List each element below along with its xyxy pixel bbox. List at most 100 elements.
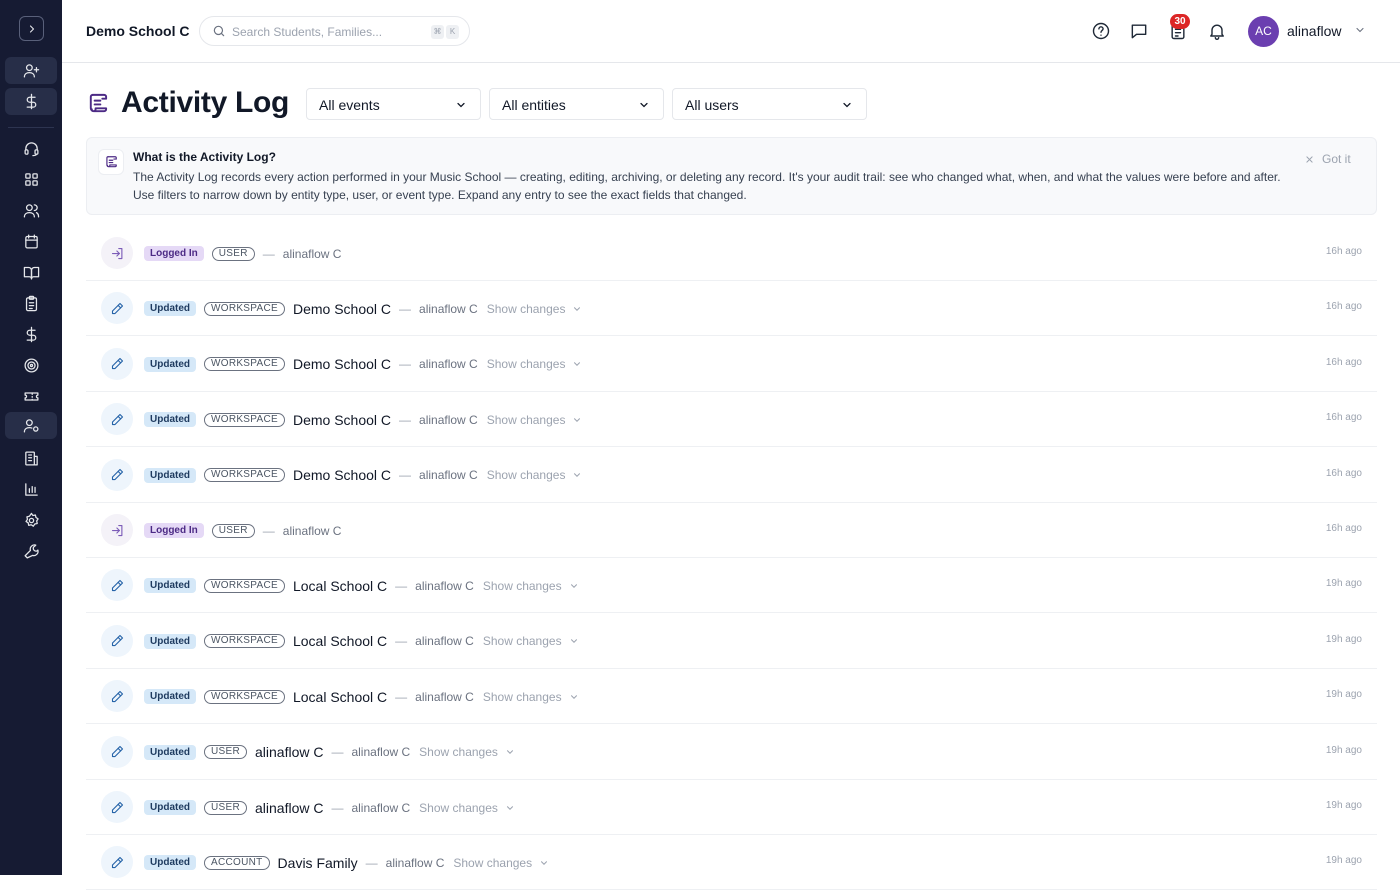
sidebar-item-people[interactable]	[5, 197, 57, 224]
entity-name[interactable]: Local School C	[293, 689, 387, 705]
chevron-down-icon	[570, 694, 577, 699]
sidebar-item-billing[interactable]	[5, 321, 57, 348]
activity-row[interactable]: Updated WORKSPACE Local School C — alinaflow…	[86, 669, 1377, 725]
chevron-down-icon[interactable]	[1354, 24, 1366, 36]
show-changes-button[interactable]: Show changes	[453, 856, 549, 870]
activity-row[interactable]: Updated WORKSPACE Demo School C — alinaflow …	[86, 448, 1377, 503]
action-badge: Updated	[144, 578, 196, 594]
entity-name[interactable]: alinaflow C	[255, 800, 323, 816]
activity-row[interactable]: Updated ACCOUNT Davis Family — alinaflow C Sh…	[86, 835, 1377, 890]
avatar[interactable]: AC	[1248, 16, 1279, 47]
sidebar-item-add-payment[interactable]	[5, 88, 57, 115]
entity-type-badge: USER	[211, 246, 255, 261]
pencil-icon	[111, 635, 123, 647]
actor-user: alinaflow C	[419, 357, 478, 372]
activity-row[interactable]: Updated USER alinaflow C — alinaflow C Show c…	[86, 780, 1377, 835]
pencil-icon	[111, 579, 123, 591]
sidebar-item-tools[interactable]	[5, 538, 57, 565]
show-changes-button[interactable]: Show changes	[419, 745, 515, 759]
sidebar-item-calendar[interactable]	[5, 228, 57, 255]
activity-row[interactable]: Updated USER alinaflow C — alinaflow C Show c…	[86, 725, 1377, 780]
login-icon	[111, 524, 122, 536]
sidebar-item-support[interactable]	[5, 135, 57, 162]
show-changes-button[interactable]: Show changes	[483, 634, 579, 648]
show-changes-button[interactable]: Show changes	[483, 579, 579, 593]
show-changes-label: Show changes	[486, 357, 566, 372]
show-changes-button[interactable]: Show changes	[487, 468, 583, 482]
activity-row[interactable]: Updated WORKSPACE Demo School C — alinaflow …	[86, 281, 1377, 337]
users-icon	[23, 204, 39, 218]
notifications-button[interactable]	[1207, 21, 1227, 41]
entity-name[interactable]: Demo School C	[293, 412, 391, 428]
user-name[interactable]: alinaflow	[1287, 23, 1341, 39]
entity-filter-select[interactable]: All entities	[489, 88, 664, 120]
entity-name[interactable]: alinaflow C	[255, 744, 323, 760]
entity-name[interactable]: Demo School C	[293, 301, 391, 317]
chevron-down-icon	[506, 750, 513, 755]
info-icon-box	[98, 149, 124, 175]
activity-content: Logged In USER — alinaflow C	[144, 503, 341, 558]
building-icon	[24, 451, 38, 466]
messages-button[interactable]	[1129, 21, 1149, 41]
activity-row[interactable]: Updated WORKSPACE Demo School C — alinaflow …	[86, 392, 1377, 448]
show-changes-label: Show changes	[482, 578, 562, 593]
show-changes-button[interactable]: Show changes	[487, 413, 583, 427]
actor-user: alinaflow C	[385, 855, 445, 870]
search-input[interactable]	[232, 23, 422, 41]
entity-type-badge: WORKSPACE	[204, 689, 285, 704]
sidebar-item-tickets[interactable]	[5, 383, 57, 410]
activity-row[interactable]: Updated WORKSPACE Demo School C — alinaflow …	[86, 337, 1377, 392]
sidebar-item-add-student[interactable]	[5, 57, 57, 84]
activity-content: Updated WORKSPACE Local School C — alinaflow…	[144, 614, 579, 669]
activity-row[interactable]: Updated WORKSPACE Local School C — alinaflow…	[86, 614, 1377, 669]
show-changes-button[interactable]: Show changes	[419, 801, 515, 815]
headset-icon	[23, 142, 39, 157]
user-settings-icon	[23, 419, 39, 433]
wrench-icon	[23, 544, 39, 559]
entity-name[interactable]: Local School C	[293, 633, 387, 649]
chevron-down-icon	[541, 861, 548, 865]
sidebar-item-tasks[interactable]	[5, 290, 57, 317]
action-badge: Logged In	[144, 246, 204, 261]
dismiss-info-button[interactable]: Got it	[1305, 152, 1351, 166]
entity-type-badge: WORKSPACE	[204, 634, 285, 649]
sidebar-item-goals[interactable]	[5, 352, 57, 379]
action-badge: Updated	[144, 855, 196, 871]
event-filter-select[interactable]: All events	[306, 88, 481, 120]
show-changes-button[interactable]: Show changes	[487, 302, 583, 316]
actor-user: alinaflow C	[415, 634, 474, 649]
timestamp: 19h ago	[1325, 800, 1362, 811]
sidebar-item-settings[interactable]	[5, 507, 57, 534]
entity-name[interactable]: Demo School C	[293, 356, 391, 372]
action-badge: Updated	[144, 800, 196, 815]
user-filter-select[interactable]: All users	[672, 88, 867, 120]
show-changes-label: Show changes	[482, 634, 562, 649]
entity-name[interactable]: Local School C	[293, 578, 387, 594]
entity-type-badge: WORKSPACE	[204, 578, 285, 593]
activity-row[interactable]: Logged In USER — alinaflow C 16h ago	[86, 503, 1377, 558]
timestamp: 16h ago	[1325, 301, 1362, 313]
sidebar-item-user-settings[interactable]	[5, 412, 57, 439]
sidebar-expand-button[interactable]	[19, 16, 44, 41]
action-badge: Updated	[144, 412, 196, 428]
sidebar-item-reports[interactable]	[5, 476, 57, 503]
sidebar-item-locations[interactable]	[5, 445, 57, 472]
dollar-icon	[26, 93, 36, 110]
entity-type-badge: USER	[211, 523, 255, 538]
entity-name[interactable]: Demo School C	[293, 467, 391, 483]
show-changes-label: Show changes	[419, 800, 498, 815]
entity-name[interactable]: Davis Family	[278, 855, 358, 871]
activity-row[interactable]: Updated WORKSPACE Local School C — alinaflow…	[86, 558, 1377, 614]
calendar-icon	[24, 234, 38, 249]
actor-user: alinaflow C	[419, 468, 478, 483]
school-name[interactable]: Demo School C	[86, 23, 189, 39]
pencil-icon	[111, 746, 123, 758]
sidebar-item-dashboard[interactable]	[5, 166, 57, 193]
show-changes-button[interactable]: Show changes	[487, 357, 583, 371]
sidebar-item-library[interactable]	[5, 259, 57, 286]
edit-icon-badge	[101, 846, 133, 879]
search-box[interactable]: ⌘ K	[199, 16, 470, 46]
show-changes-button[interactable]: Show changes	[483, 690, 579, 704]
activity-row[interactable]: Logged In USER — alinaflow C 16h ago	[86, 226, 1377, 281]
help-button[interactable]	[1091, 21, 1111, 41]
